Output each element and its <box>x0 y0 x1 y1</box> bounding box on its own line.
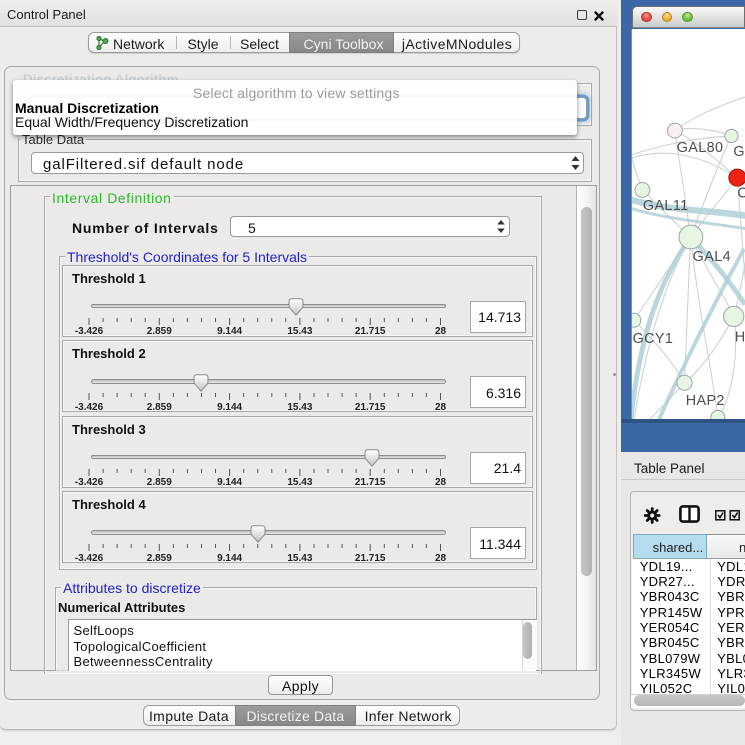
svg-text:HA: HA <box>735 329 745 345</box>
svg-text:GAL80: GAL80 <box>677 139 724 155</box>
svg-text:GAL4: GAL4 <box>693 249 731 265</box>
svg-text:CA: CA <box>738 185 745 201</box>
svg-text:GCY1: GCY1 <box>633 330 674 346</box>
svg-text:GA: GA <box>734 144 745 160</box>
svg-text:GAL11: GAL11 <box>643 197 689 213</box>
svg-text:HAP2: HAP2 <box>686 392 725 408</box>
